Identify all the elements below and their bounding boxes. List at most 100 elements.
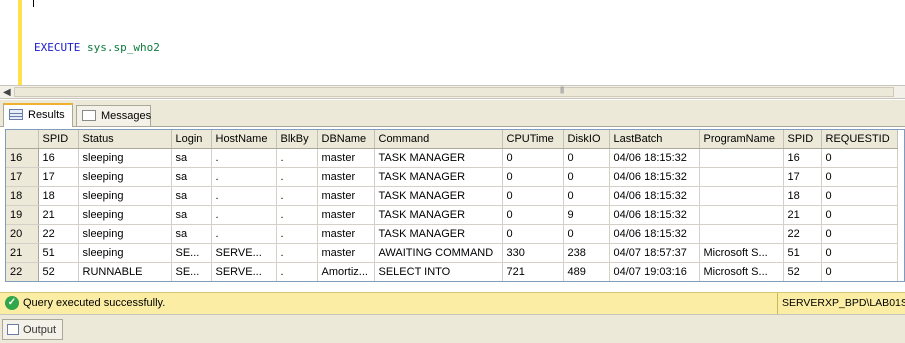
column-header[interactable]: Command: [374, 130, 503, 149]
table-cell[interactable]: 0: [502, 224, 564, 244]
table-cell[interactable]: .: [211, 224, 277, 244]
table-cell[interactable]: 16: [38, 148, 79, 168]
tab-messages[interactable]: Messages: [76, 105, 151, 126]
table-cell[interactable]: 52: [38, 262, 79, 281]
table-cell[interactable]: master: [317, 186, 375, 206]
table-row[interactable]: 18 18 sleeping sa . . master TASK MANAGER 0 0 04…: [6, 186, 898, 206]
table-cell[interactable]: 04/06 18:15:32: [609, 205, 700, 225]
table-cell[interactable]: SELECT INTO: [374, 262, 503, 281]
table-cell[interactable]: 330: [502, 243, 564, 263]
row-number[interactable]: 18: [6, 186, 39, 206]
table-cell[interactable]: 16: [783, 148, 822, 168]
table-cell[interactable]: 9: [563, 205, 610, 225]
query-editor[interactable]: EXECUTE sys.sp_who2: [0, 0, 905, 85]
table-cell[interactable]: 0: [821, 148, 898, 168]
table-cell[interactable]: 17: [38, 167, 79, 187]
table-cell[interactable]: 04/06 18:15:32: [609, 148, 700, 168]
table-cell[interactable]: .: [211, 205, 277, 225]
table-cell[interactable]: 18: [783, 186, 822, 206]
table-cell[interactable]: 21: [38, 205, 79, 225]
table-cell[interactable]: sa: [171, 148, 212, 168]
table-cell[interactable]: master: [317, 243, 375, 263]
row-number[interactable]: 19: [6, 205, 39, 225]
row-number[interactable]: 20: [6, 224, 39, 244]
table-cell[interactable]: AWAITING COMMAND: [374, 243, 503, 263]
table-cell[interactable]: 22: [783, 224, 822, 244]
table-cell[interactable]: 51: [783, 243, 822, 263]
table-cell[interactable]: TASK MANAGER: [374, 205, 503, 225]
table-cell[interactable]: TASK MANAGER: [374, 148, 503, 168]
table-cell[interactable]: sa: [171, 167, 212, 187]
table-cell[interactable]: 04/07 18:57:37: [609, 243, 700, 263]
table-cell[interactable]: 0: [821, 186, 898, 206]
table-cell[interactable]: 0: [821, 224, 898, 244]
table-cell[interactable]: sa: [171, 186, 212, 206]
table-cell[interactable]: sleeping: [78, 148, 172, 168]
table-cell[interactable]: 0: [563, 186, 610, 206]
table-cell[interactable]: 04/07 19:03:16: [609, 262, 700, 281]
table-cell[interactable]: .: [276, 205, 318, 225]
table-cell[interactable]: 22: [38, 224, 79, 244]
table-cell[interactable]: master: [317, 148, 375, 168]
table-cell[interactable]: 0: [821, 167, 898, 187]
column-header[interactable]: BlkBy: [276, 130, 318, 149]
table-cell[interactable]: 0: [563, 224, 610, 244]
table-cell[interactable]: 0: [821, 205, 898, 225]
table-cell[interactable]: 18: [38, 186, 79, 206]
scrollbar-thumb[interactable]: [14, 87, 894, 97]
table-cell[interactable]: 0: [502, 148, 564, 168]
table-cell[interactable]: Microsoft S...: [699, 243, 784, 263]
table-cell[interactable]: .: [211, 148, 277, 168]
table-cell[interactable]: 0: [563, 148, 610, 168]
table-cell[interactable]: sa: [171, 205, 212, 225]
table-cell[interactable]: .: [211, 186, 277, 206]
table-cell[interactable]: 238: [563, 243, 610, 263]
table-cell[interactable]: master: [317, 205, 375, 225]
row-number[interactable]: 21: [6, 243, 39, 263]
column-header[interactable]: DiskIO: [563, 130, 610, 149]
table-cell[interactable]: 0: [502, 205, 564, 225]
table-cell[interactable]: 21: [783, 205, 822, 225]
table-row[interactable]: 22 52 RUNNABLE SE... SERVE... . Amortiz... SEL…: [6, 262, 898, 281]
table-cell[interactable]: 17: [783, 167, 822, 187]
table-cell[interactable]: 0: [502, 167, 564, 187]
table-cell[interactable]: [699, 148, 784, 168]
column-header[interactable]: REQUESTID: [821, 130, 898, 149]
table-cell[interactable]: 04/06 18:15:32: [609, 224, 700, 244]
column-header[interactable]: SPID: [38, 130, 79, 149]
table-cell[interactable]: SERVE...: [211, 243, 277, 263]
table-cell[interactable]: .: [276, 186, 318, 206]
row-number-header[interactable]: [6, 130, 39, 149]
table-cell[interactable]: sa: [171, 224, 212, 244]
table-cell[interactable]: 721: [502, 262, 564, 281]
table-cell[interactable]: sleeping: [78, 167, 172, 187]
column-header[interactable]: HostName: [211, 130, 277, 149]
table-cell[interactable]: TASK MANAGER: [374, 224, 503, 244]
table-cell[interactable]: 0: [821, 262, 898, 281]
column-header[interactable]: Status: [78, 130, 172, 149]
table-row[interactable]: 21 51 sleeping SE... SERVE... . master AWAITIN…: [6, 243, 898, 263]
table-cell[interactable]: master: [317, 224, 375, 244]
table-cell[interactable]: SE...: [171, 243, 212, 263]
table-cell[interactable]: .: [276, 262, 318, 281]
table-cell[interactable]: .: [276, 243, 318, 263]
editor-horizontal-scrollbar[interactable]: ◀ ||||: [0, 85, 905, 99]
table-cell[interactable]: sleeping: [78, 205, 172, 225]
table-cell[interactable]: sleeping: [78, 243, 172, 263]
table-row[interactable]: 20 22 sleeping sa . . master TASK MANAGER 0 0 04…: [6, 224, 898, 244]
column-header[interactable]: Login: [171, 130, 212, 149]
table-cell[interactable]: TASK MANAGER: [374, 186, 503, 206]
table-cell[interactable]: sleeping: [78, 224, 172, 244]
table-row[interactable]: 19 21 sleeping sa . . master TASK MANAGER 0 9 04…: [6, 205, 898, 225]
table-row[interactable]: 16 16 sleeping sa . . master TASK MANAGER 0 0 04…: [6, 148, 898, 168]
column-header[interactable]: CPUTime: [502, 130, 564, 149]
column-header[interactable]: ProgramName: [699, 130, 784, 149]
output-window-tab[interactable]: Output: [2, 319, 64, 340]
table-cell[interactable]: 52: [783, 262, 822, 281]
table-cell[interactable]: Amortiz...: [317, 262, 375, 281]
table-cell[interactable]: 0: [821, 243, 898, 263]
table-cell[interactable]: .: [276, 148, 318, 168]
table-cell[interactable]: 0: [502, 186, 564, 206]
table-cell[interactable]: [699, 224, 784, 244]
table-row[interactable]: 17 17 sleeping sa . . master TASK MANAGER 0 0 04…: [6, 167, 898, 187]
